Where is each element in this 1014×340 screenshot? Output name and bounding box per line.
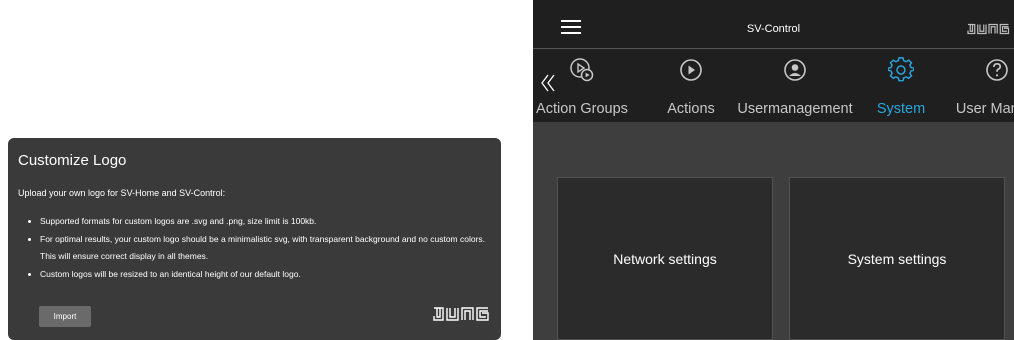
tile-label: Network settings [613, 250, 717, 267]
nav-label: System [876, 101, 926, 117]
nav-label: Usermanagement [737, 101, 853, 117]
nav-item-action-groups[interactable]: Action Groups [533, 57, 637, 119]
nav-label: User Manual [955, 101, 1014, 117]
list-item: Custom logos will be resized to an ident… [40, 266, 491, 284]
sv-control-app: SV-Control Action Groups Actions Userman… [533, 0, 1014, 340]
action-groups-icon [570, 58, 594, 82]
list-item: For optimal results, your custom logo sh… [40, 231, 491, 266]
card-intro: Upload your own logo for SV-Home and SV-… [18, 188, 226, 198]
user-circle-icon [784, 59, 806, 81]
brand-logo [967, 23, 1010, 35]
tile-label: System settings [847, 250, 947, 267]
customize-logo-card: Customize Logo Upload your own logo for … [8, 138, 501, 340]
nav-item-system[interactable]: System [871, 57, 931, 119]
app-title: SV-Control [746, 23, 801, 35]
nav-label: Actions [667, 101, 715, 117]
nav-item-user-manual[interactable]: User Manual [947, 57, 1014, 119]
list-item: Supported formats for custom logos are .… [40, 213, 491, 231]
gear-icon [888, 57, 914, 82]
network-settings-tile[interactable]: Network settings [557, 177, 773, 340]
nav-item-actions[interactable]: Actions [661, 57, 721, 119]
requirements-list: Supported formats for custom logos are .… [18, 213, 491, 283]
card-title: Customize Logo [18, 152, 127, 169]
help-circle-icon [986, 59, 1008, 81]
main-nav: Action Groups Actions Usermanagement Sys… [533, 49, 1014, 122]
brand-logo [433, 307, 489, 321]
nav-item-usermanagement[interactable]: Usermanagement [737, 57, 853, 119]
play-circle-icon [680, 59, 702, 81]
system-settings-tile[interactable]: System settings [789, 177, 1005, 340]
top-bar: SV-Control [533, 0, 1014, 49]
import-button[interactable]: Import [39, 306, 91, 327]
nav-label: Action Groups [536, 101, 628, 117]
